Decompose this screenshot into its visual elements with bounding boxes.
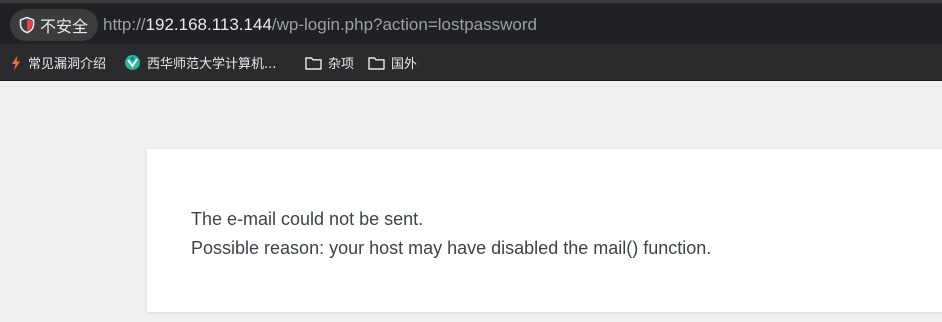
security-label: 不安全 <box>40 17 89 36</box>
bookmark-label: 常见漏洞介绍 <box>28 57 107 72</box>
flame-icon <box>10 55 22 71</box>
bookmark-cwnu-cs[interactable]: 西华师范大学计算机... <box>124 44 276 81</box>
not-secure-shield-icon <box>18 16 36 34</box>
security-indicator-button[interactable]: 不安全 <box>10 9 99 41</box>
bookmark-label: 杂项 <box>328 57 355 72</box>
bookmark-folder-misc[interactable]: 杂项 <box>305 44 354 81</box>
url-scheme: http:// <box>103 15 146 34</box>
folder-icon <box>305 56 322 70</box>
bookmarks-bar: 常见漏洞介绍 西华师范大学计算机... 杂项 国外 <box>0 44 942 81</box>
page-content: The e-mail could not be sent. Possible r… <box>0 81 942 322</box>
bookmark-vuln-intro[interactable]: 常见漏洞介绍 <box>10 44 106 81</box>
error-message-line-1: The e-mail could not be sent. <box>191 209 424 229</box>
address-bar[interactable]: http://192.168.113.144/wp-login.php?acti… <box>103 14 537 36</box>
site-logo-icon <box>124 54 141 71</box>
error-message-line-2: Possible reason: your host may have disa… <box>191 238 712 258</box>
bookmark-label: 西华师范大学计算机... <box>147 57 277 72</box>
error-message-box: The e-mail could not be sent. Possible r… <box>147 149 942 312</box>
bookmark-folder-foreign[interactable]: 国外 <box>368 44 417 81</box>
url-host: 192.168.113.144 <box>145 15 272 34</box>
browser-toolbar: 不安全 http://192.168.113.144/wp-login.php?… <box>0 0 942 44</box>
url-path: /wp-login.php?action=lostpassword <box>271 15 537 34</box>
bookmark-label: 国外 <box>391 57 418 72</box>
tab-strip-edge <box>0 0 942 3</box>
folder-icon <box>368 56 385 70</box>
